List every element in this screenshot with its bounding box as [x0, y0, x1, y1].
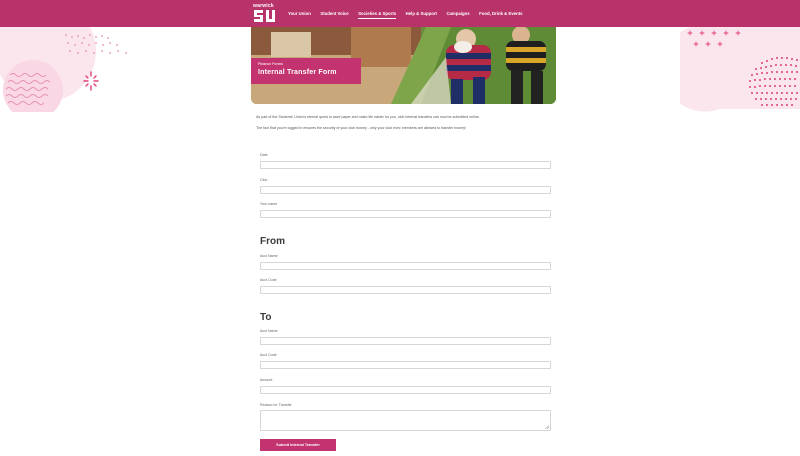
date-label: Date — [260, 153, 268, 157]
submit-button[interactable]: Submit Internal Transfer — [260, 439, 336, 451]
to-heading: To — [260, 312, 272, 323]
amount-field[interactable] — [260, 386, 551, 394]
your-name-label: Your name — [260, 202, 278, 206]
hero-title-card: Finance Forms Internal Transfer Form — [251, 58, 361, 84]
date-field[interactable] — [260, 161, 551, 169]
from-acct-name-field[interactable] — [260, 262, 551, 270]
from-acct-code-field[interactable] — [260, 286, 551, 294]
page-title: Internal Transfer Form — [258, 69, 337, 76]
intro-line-1: As part of the Students' Union's eternal… — [256, 115, 480, 119]
reason-textarea[interactable] — [260, 410, 551, 431]
resize-handle-icon[interactable] — [545, 425, 549, 429]
su-logo-mark — [254, 10, 275, 22]
nav-your-union[interactable]: Your Union — [288, 11, 311, 16]
main-nav: Your Union Student Voice Societies & Spo… — [288, 0, 532, 27]
intro-line-2: The fact that you're logged in ensures t… — [256, 126, 467, 130]
to-acct-code-label: Acct Code — [260, 353, 277, 357]
nav-student-voice[interactable]: Student Voice — [320, 11, 348, 16]
club-field[interactable] — [260, 186, 551, 194]
amount-label: Amount — [260, 378, 273, 382]
hero-kicker: Finance Forms — [258, 62, 283, 66]
your-name-field[interactable] — [260, 210, 551, 218]
to-acct-code-field[interactable] — [260, 361, 551, 369]
nav-food-drink-events[interactable]: Food, Drink & Events — [479, 11, 522, 16]
right-decoration — [680, 27, 800, 112]
from-acct-code-label: Acct Code — [260, 278, 277, 282]
to-acct-name-field[interactable] — [260, 337, 551, 345]
club-label: Club — [260, 178, 268, 182]
nav-campaigns[interactable]: Campaigns — [446, 11, 469, 16]
reason-label: Reason for Transfer — [260, 403, 292, 407]
nav-help-support[interactable]: Help & Support — [406, 11, 437, 16]
top-navigation-bar: warwick Your Union Student Voice Societi… — [0, 0, 800, 27]
warwick-su-logo[interactable]: warwick — [253, 3, 277, 24]
nav-societies-sports[interactable]: Societies & Sports — [358, 11, 396, 19]
left-decoration — [0, 27, 127, 112]
from-acct-name-label: Acct Name — [260, 254, 278, 258]
from-heading: From — [260, 236, 285, 247]
to-acct-name-label: Acct Name — [260, 329, 278, 333]
